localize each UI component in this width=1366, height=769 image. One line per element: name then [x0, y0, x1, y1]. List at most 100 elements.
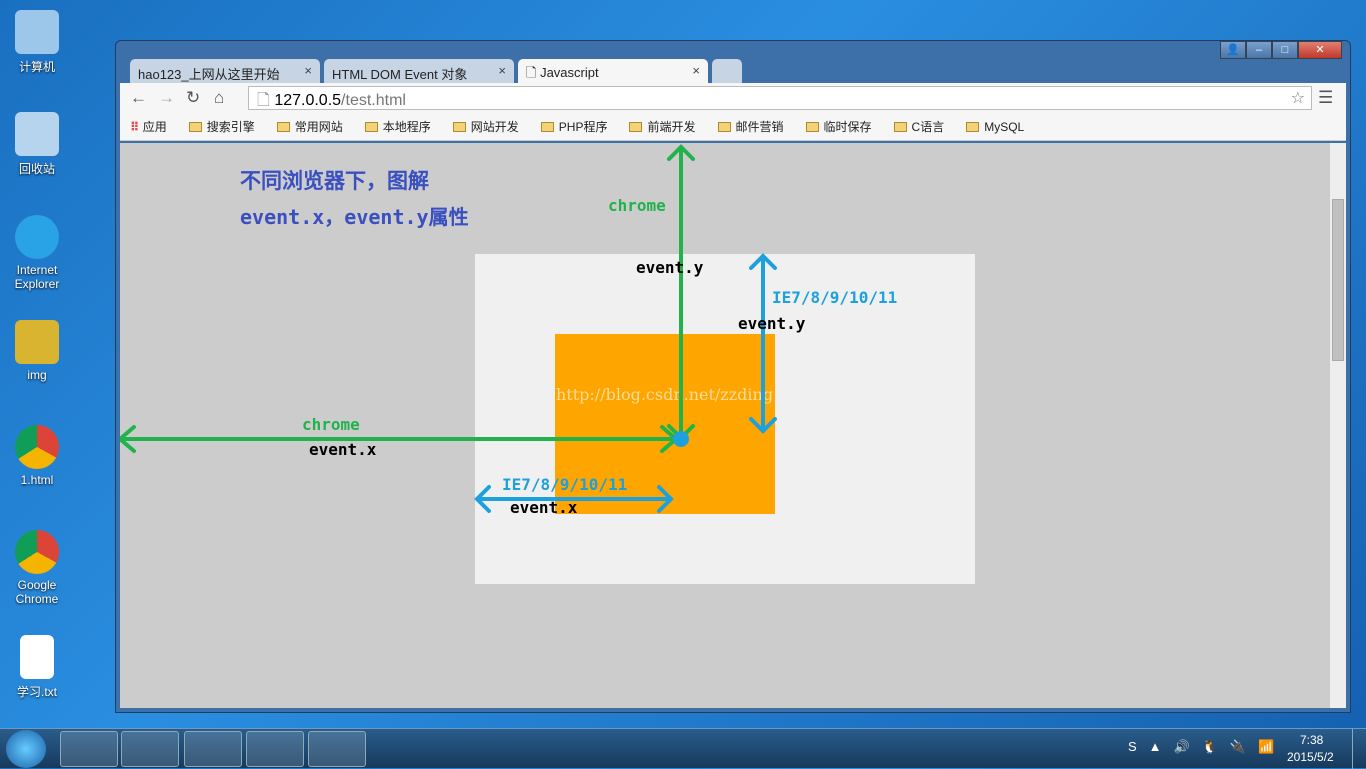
browser-window: 👤 – □ ✕ hao123_上网从这里开始 × HTML DOM Event 对…: [115, 40, 1351, 713]
desktop-icon-txt[interactable]: 学习.txt: [0, 635, 74, 700]
bookmark-folder[interactable]: 邮件营销: [717, 118, 795, 135]
maximize-button[interactable]: □: [1272, 41, 1298, 59]
tab-label: HTML DOM Event 对象: [332, 67, 468, 82]
bookmark-label: 邮件营销: [735, 120, 784, 134]
chrome-x-label: chrome: [302, 415, 360, 434]
address-bar[interactable]: 🗋 127.0.0.5/test.html ☆: [248, 86, 1312, 110]
bookmark-folder[interactable]: 搜索引擎: [188, 118, 266, 135]
chrome-x-prop: event.x: [309, 440, 377, 459]
folder-icon: [966, 121, 980, 132]
bookmark-label: 临时保存: [823, 120, 872, 134]
bookmark-label: PHP程序: [558, 120, 608, 134]
bookmark-folder[interactable]: MySQL: [966, 120, 1035, 134]
folder-icon: [276, 122, 290, 132]
chrome-y-arrow: [667, 144, 695, 441]
taskbar-ie[interactable]: [246, 731, 304, 767]
scrollbar-thumb[interactable]: [1332, 199, 1344, 361]
taskbar-explorer[interactable]: [121, 731, 179, 767]
icon-label: 学习.txt: [16, 685, 57, 699]
desktop-icon-computer[interactable]: 计算机: [0, 10, 74, 75]
bookmark-folder[interactable]: C语言: [893, 118, 956, 135]
vertical-scrollbar[interactable]: [1330, 143, 1346, 708]
bookmark-folder[interactable]: 前端开发: [629, 118, 706, 135]
bookmark-label: 搜索引擎: [206, 120, 255, 134]
desktop-icon-html[interactable]: 1.html: [0, 425, 74, 487]
icon-label: 计算机: [18, 60, 55, 74]
tab-label: hao123_上网从这里开始: [138, 67, 280, 82]
folder-icon: [540, 122, 554, 132]
folder-icon: [805, 122, 819, 132]
bookmark-folder[interactable]: 本地程序: [364, 118, 442, 135]
folder-icon: [452, 122, 466, 132]
icon-label: 1.html: [20, 473, 54, 487]
ie-x-prop: event.x: [510, 498, 578, 517]
taskbar-app-s[interactable]: [308, 731, 366, 767]
bookmark-label: C语言: [911, 120, 945, 134]
chrome-y-prop: event.y: [636, 258, 704, 277]
bookmark-folder[interactable]: PHP程序: [540, 118, 619, 135]
bookmark-label: 本地程序: [382, 120, 431, 134]
forward-icon[interactable]: →: [158, 88, 186, 108]
close-tab-icon[interactable]: ×: [692, 63, 700, 78]
recycle-bin-icon: [15, 112, 59, 156]
bookmark-folder[interactable]: 常用网站: [276, 118, 354, 135]
home-icon[interactable]: ⌂: [214, 88, 242, 108]
folder-icon: [364, 122, 378, 132]
bookmark-label: 网站开发: [470, 120, 519, 134]
desktop-icon-ie[interactable]: Internet Explorer: [0, 215, 74, 291]
desktop-icon-chrome[interactable]: Google Chrome: [0, 530, 74, 606]
bookmark-label: 前端开发: [647, 120, 696, 134]
chrome-y-label: chrome: [608, 196, 666, 215]
back-icon[interactable]: ←: [130, 88, 158, 108]
ie-y-prop: event.y: [738, 314, 806, 333]
reload-icon[interactable]: ↻: [186, 88, 214, 108]
url-host: 127.0.0.5: [274, 92, 342, 109]
folder-icon: [893, 122, 907, 132]
click-point: [673, 431, 689, 447]
desktop-icon-img[interactable]: img: [0, 320, 74, 382]
chrome-icon: [15, 530, 59, 574]
apps-icon: ⠿: [130, 120, 140, 134]
bookmark-folder[interactable]: 临时保存: [805, 118, 883, 135]
icon-label: Internet Explorer: [14, 263, 60, 291]
desktop-icon-recycle[interactable]: 回收站: [0, 112, 74, 177]
minimize-button[interactable]: –: [1246, 41, 1272, 59]
taskbar: S▲🔊🐧🔌📶 7:38 2015/5/2: [0, 728, 1366, 769]
bookmark-apps[interactable]: ⠿ 应用: [130, 118, 178, 135]
clock-date[interactable]: 2015/5/2: [1287, 750, 1334, 764]
profile-button[interactable]: 👤: [1220, 41, 1246, 59]
chrome-icon: [15, 425, 59, 469]
new-tab-button[interactable]: [712, 59, 742, 83]
star-icon[interactable]: ☆: [1291, 88, 1305, 108]
folder-icon: [717, 122, 731, 132]
bookmarks-bar: ⠿ 应用 搜索引擎 常用网站 本地程序 网站开发 PHP程序 前端开发 邮件营销…: [120, 113, 1346, 141]
tab-hao123[interactable]: hao123_上网从这里开始 ×: [130, 59, 320, 83]
tray-icons[interactable]: S▲🔊🐧🔌📶: [1128, 739, 1286, 755]
icon-label: img: [27, 368, 47, 382]
clock-time[interactable]: 7:38: [1300, 733, 1323, 747]
close-tab-icon[interactable]: ×: [304, 63, 312, 78]
taskbar-chrome[interactable]: [60, 731, 118, 767]
ie-y-arrow: [749, 253, 777, 434]
page-icon: 🗋: [526, 65, 541, 80]
text-file-icon: [20, 635, 54, 679]
page-icon: 🗋: [257, 92, 275, 109]
tab-html-dom-event[interactable]: HTML DOM Event 对象 ×: [324, 59, 514, 83]
icon-label: Google Chrome: [15, 578, 59, 606]
ie-y-label: IE7/8/9/10/11: [772, 288, 898, 307]
bookmark-folder[interactable]: 网站开发: [452, 118, 530, 135]
folder-icon: [15, 320, 59, 364]
show-desktop-button[interactable]: [1352, 729, 1366, 769]
close-tab-icon[interactable]: ×: [498, 63, 506, 78]
folder-icon: [188, 122, 202, 132]
chrome-x-arrow: [120, 425, 680, 453]
start-button[interactable]: [6, 730, 46, 768]
tab-label: Javascript: [540, 65, 599, 80]
page-viewport: 不同浏览器下，图解 event.x，event.y属性 http://blog.…: [120, 143, 1330, 708]
taskbar-firefox[interactable]: [184, 731, 242, 767]
close-button[interactable]: ✕: [1298, 41, 1342, 59]
tab-javascript[interactable]: 🗋 Javascript ×: [518, 59, 708, 83]
bookmark-label: 常用网站: [294, 120, 343, 134]
ie-x-label: IE7/8/9/10/11: [502, 475, 628, 494]
menu-icon[interactable]: ☰: [1318, 88, 1346, 108]
